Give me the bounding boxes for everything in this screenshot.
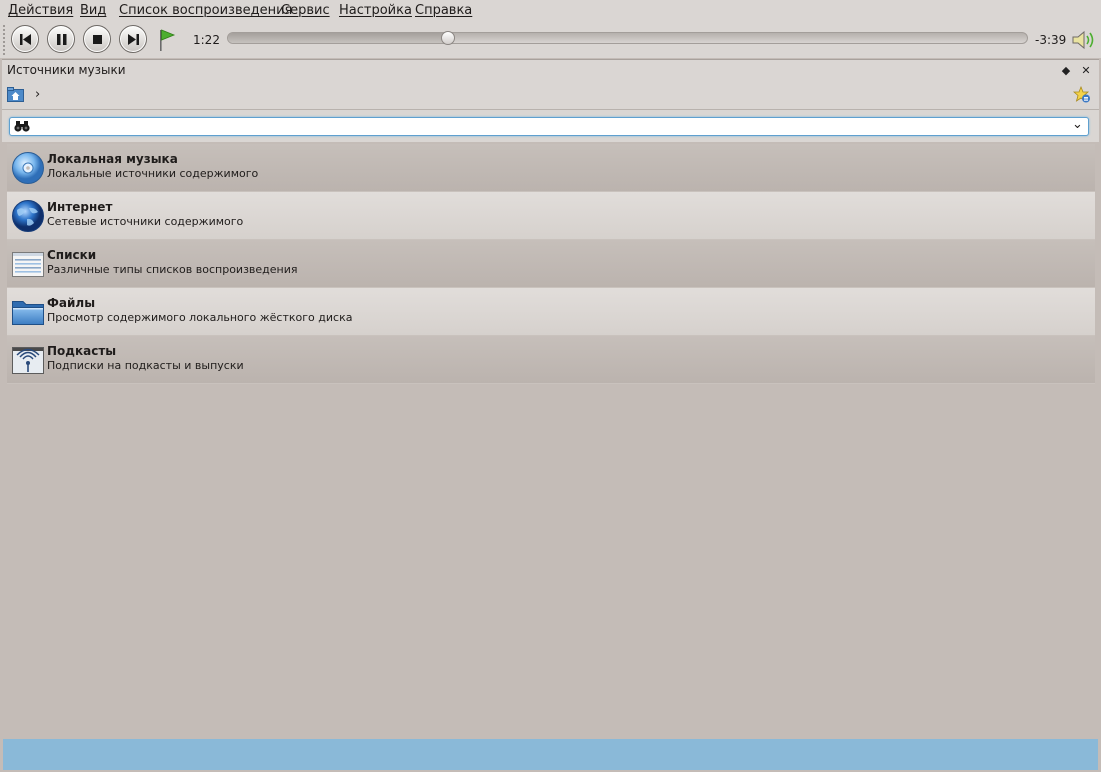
menu-help[interactable]: Справка xyxy=(415,3,472,18)
time-remaining: -3:39 xyxy=(1035,33,1067,47)
menu-view[interactable]: Вид xyxy=(80,3,106,18)
toolbar-grip[interactable] xyxy=(2,24,6,56)
podcast-icon xyxy=(12,347,44,374)
menu-actions[interactable]: Действия xyxy=(8,3,73,18)
category-list: Локальная музыка Локальные источники сод… xyxy=(7,144,1095,384)
category-podcasts[interactable]: Подкасты Подписки на подкасты и выпуски xyxy=(7,336,1095,384)
float-panel-icon[interactable]: ◆ xyxy=(1059,64,1073,78)
stop-button[interactable] xyxy=(83,25,111,53)
menu-playlist[interactable]: Список воспроизведения xyxy=(119,3,292,18)
category-files[interactable]: Файлы Просмотр содержимого локального жё… xyxy=(7,288,1095,336)
time-elapsed: 1:22 xyxy=(193,33,220,47)
category-title: Интернет xyxy=(47,200,113,214)
search-input[interactable] xyxy=(32,119,1062,134)
bookmark-star-icon[interactable] xyxy=(1073,86,1091,104)
panel-title: Источники музыки xyxy=(7,63,126,77)
pause-icon xyxy=(57,34,67,45)
category-local-music[interactable]: Локальная музыка Локальные источники сод… xyxy=(7,144,1095,192)
pause-button[interactable] xyxy=(47,25,75,53)
next-track-button[interactable] xyxy=(119,25,147,53)
music-sources-panel: Источники музыки ◆ ✕ › ⌄ Локальная музык… xyxy=(2,59,1099,742)
main-toolbar: 1:22 -3:39 xyxy=(0,22,1101,58)
search-box[interactable]: ⌄ xyxy=(9,117,1089,136)
flag-icon[interactable] xyxy=(156,27,178,53)
previous-track-button[interactable] xyxy=(11,25,39,53)
globe-icon xyxy=(12,200,44,232)
chevron-right-icon[interactable]: › xyxy=(35,87,40,102)
menu-bar: Действия Вид Список воспроизведения Серв… xyxy=(0,0,1101,22)
progress-knob[interactable] xyxy=(440,31,455,45)
menu-tools[interactable]: Сервис xyxy=(281,3,330,18)
volume-icon[interactable] xyxy=(1071,28,1097,52)
category-title: Локальная музыка xyxy=(47,152,178,166)
previous-icon xyxy=(20,34,31,45)
category-subtitle: Просмотр содержимого локального жёсткого… xyxy=(47,311,353,324)
progress-slider[interactable] xyxy=(227,31,1028,45)
category-title: Подкасты xyxy=(47,344,117,358)
category-subtitle: Локальные источники содержимого xyxy=(47,167,259,180)
status-bar xyxy=(3,739,1098,770)
category-playlists[interactable]: Списки Различные типы списков воспроизве… xyxy=(7,240,1095,288)
progress-fill xyxy=(228,33,448,43)
chevron-down-icon[interactable]: ⌄ xyxy=(1072,117,1083,132)
category-subtitle: Различные типы списков воспроизведения xyxy=(47,263,298,276)
disc-icon xyxy=(12,152,44,184)
next-icon xyxy=(128,34,139,45)
stop-icon xyxy=(93,35,102,44)
folder-icon xyxy=(12,301,44,325)
playlist-icon xyxy=(12,252,44,277)
home-folder-icon[interactable] xyxy=(7,87,25,103)
search-row: ⌄ xyxy=(2,110,1099,142)
category-title: Файлы xyxy=(47,296,96,310)
category-subtitle: Подписки на подкасты и выпуски xyxy=(47,359,244,372)
close-panel-icon[interactable]: ✕ xyxy=(1079,64,1093,78)
breadcrumb: › xyxy=(2,82,1099,110)
category-internet[interactable]: Интернет Сетевые источники содержимого xyxy=(7,192,1095,240)
menu-settings[interactable]: Настройка xyxy=(339,3,412,18)
panel-header: Источники музыки ◆ ✕ xyxy=(2,60,1099,82)
binoculars-icon xyxy=(14,121,30,132)
category-subtitle: Сетевые источники содержимого xyxy=(47,215,244,228)
category-title: Списки xyxy=(47,248,97,262)
